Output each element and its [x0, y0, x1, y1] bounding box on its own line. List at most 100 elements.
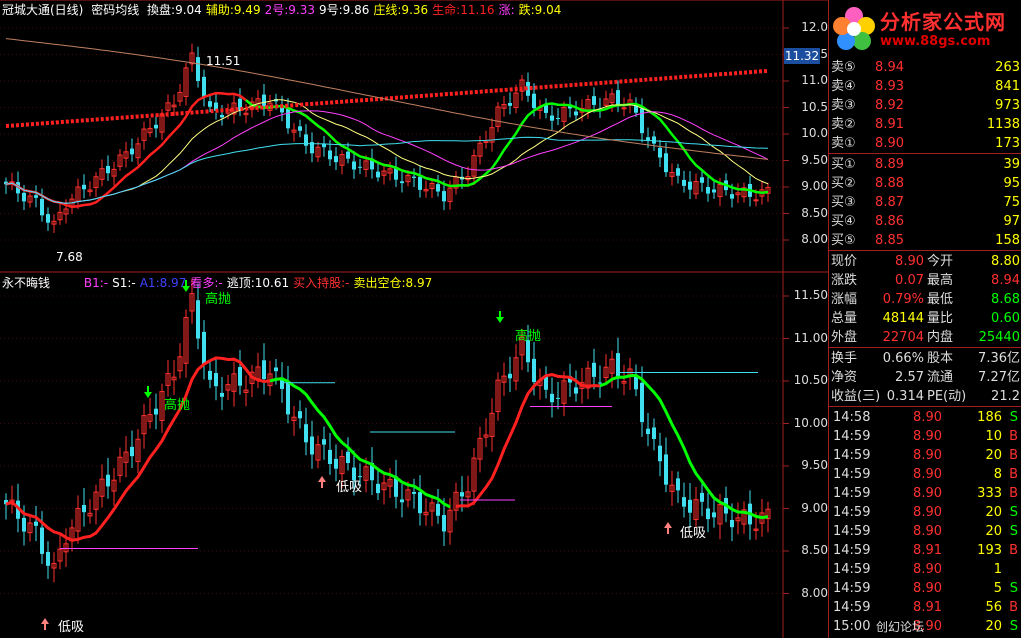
candle-body	[346, 151, 350, 159]
site-logo: 分析家公式网 www.88gs.com	[832, 0, 1021, 58]
top-axis-label-0: 12.0	[801, 20, 828, 34]
life-line	[5, 68, 769, 128]
ask-row-0: 卖⑤ 8.94 263	[831, 60, 1020, 75]
top-header-item-3: 9号:9.86	[318, 3, 370, 17]
buy-arrow-icon	[41, 618, 49, 624]
quote-row-4: 外盘 22704 内盘 25440	[831, 330, 1020, 345]
top-axis-label-6: 9.00	[801, 179, 828, 193]
bottom-axis-label-7: 8.00	[801, 585, 828, 600]
candle-body	[376, 171, 380, 178]
candle-body	[46, 214, 50, 223]
candle-body	[208, 101, 212, 107]
candle-body	[688, 499, 692, 513]
candle-body	[700, 492, 704, 502]
candle-body	[130, 148, 134, 155]
candle-body	[442, 515, 446, 532]
fund-row-0: 换手 0.66% 股本 7.36亿	[831, 351, 1020, 366]
top-axis-label-5: 9.50	[801, 152, 828, 167]
high-price-label: 11.51	[206, 54, 241, 68]
candle-body	[304, 424, 308, 443]
candle-body	[658, 445, 662, 462]
candle-body	[154, 124, 158, 129]
kline-chart[interactable]	[0, 0, 828, 638]
formula-name: 密码均线	[91, 3, 140, 17]
candle-body	[730, 194, 734, 199]
candle-body	[508, 103, 512, 106]
low-price-label: 7.68	[56, 250, 83, 264]
candle-body	[712, 189, 716, 193]
candle-body	[598, 382, 602, 384]
tick-row-6: 14:59 8.90 20 S	[833, 524, 1018, 539]
candle-body	[322, 439, 326, 445]
bottom-axis-label-1: 11.00	[793, 330, 828, 345]
bid-row-4: 买⑤ 8.85 158	[831, 233, 1020, 248]
top-header-item-2: 2号:9.33	[264, 3, 315, 17]
candle-body	[214, 373, 218, 387]
top-header-item-5: 生命:11.16	[432, 3, 495, 17]
signal-high-throw-3: 高抛	[205, 292, 232, 307]
tick-row-11: 15:00 8.90 20 S	[833, 619, 1018, 634]
candle-body	[400, 499, 404, 503]
candle-body	[298, 126, 302, 131]
candle-body	[22, 192, 26, 202]
candle-body	[262, 94, 266, 107]
quote-row-0: 现价 8.90 今开 8.80	[831, 254, 1020, 269]
candle-body	[550, 115, 554, 121]
bottom-axis-label-2: 10.50	[793, 373, 828, 387]
candle-body	[346, 451, 350, 464]
candle-body	[730, 519, 734, 528]
top-header-item-4: 庄线:9.36	[373, 3, 429, 17]
candle-body	[700, 177, 704, 183]
candle-body	[262, 360, 266, 380]
tick-row-7: 14:59 8.91 193 B	[833, 543, 1018, 558]
candle-body	[334, 156, 338, 163]
candle-body	[574, 387, 578, 394]
sell-arrow-icon	[496, 317, 504, 323]
candle-body	[418, 492, 422, 514]
signal-high-throw-2: 高抛	[515, 329, 542, 344]
bottom-header-item-5: 买入持股:-	[293, 276, 350, 290]
tick-row-0: 14:58 8.90 186 S	[833, 410, 1018, 425]
candle-body	[196, 57, 200, 82]
bottom-header-item-4: 逃顶:10.61	[226, 276, 290, 290]
top-header-item-0: 換盘:9.04	[147, 3, 202, 17]
candle-body	[352, 161, 356, 170]
bottom-axis-label-5: 9.00	[801, 500, 828, 515]
candle-body	[460, 492, 464, 497]
ask-row-1: 卖④ 8.93 841	[831, 79, 1020, 94]
candle-body	[592, 96, 596, 105]
candle-body	[574, 111, 578, 116]
logo-url: www.88gs.com	[880, 34, 991, 49]
tick-row-10: 14:59 8.91 56 B	[833, 600, 1018, 615]
bottom-formula-name: 永不晦钱	[2, 276, 51, 290]
sell-arrow-icon	[144, 392, 152, 398]
candle-body	[40, 198, 44, 216]
candle-body	[706, 508, 710, 520]
bottom-header-item-2: A1:8.97	[139, 276, 187, 290]
bottom-header-item-6: 卖出空仓:8.97	[353, 276, 433, 290]
quote-row-1: 涨跌 0.07 最高 8.94	[831, 273, 1020, 288]
ask-row-4: 卖① 8.90 173	[831, 136, 1020, 151]
signal-low-buy-1: 低吸	[336, 480, 363, 495]
top-header-item-7: 跌:9.04	[518, 3, 562, 17]
top-axis-label-8: 8.00	[801, 232, 828, 246]
top-axis-label-3: 10.5	[801, 99, 828, 114]
tick-row-5: 14:59 8.90 20 S	[833, 505, 1018, 520]
candle-body	[34, 521, 38, 526]
top-axis-label-4: 10.0	[801, 126, 828, 140]
candle-body	[646, 428, 650, 435]
candle-body	[34, 195, 38, 198]
candle-body	[154, 408, 158, 415]
candle-body	[286, 382, 290, 415]
tick-row-3: 14:59 8.90 8 B	[833, 467, 1018, 482]
top-header-item-1: 辅助:9.49	[205, 3, 261, 17]
candle-body	[46, 551, 50, 566]
bid-row-3: 买④ 8.86 97	[831, 214, 1020, 229]
bid-row-2: 买③ 8.87 75	[831, 195, 1020, 210]
candle-body	[658, 147, 662, 158]
signal-low-buy-2: 低吸	[58, 620, 85, 635]
watermark: 创幻论坛	[876, 620, 925, 634]
flower-logo-icon	[833, 7, 875, 50]
candle-body	[334, 458, 338, 469]
candle-body	[664, 153, 668, 173]
